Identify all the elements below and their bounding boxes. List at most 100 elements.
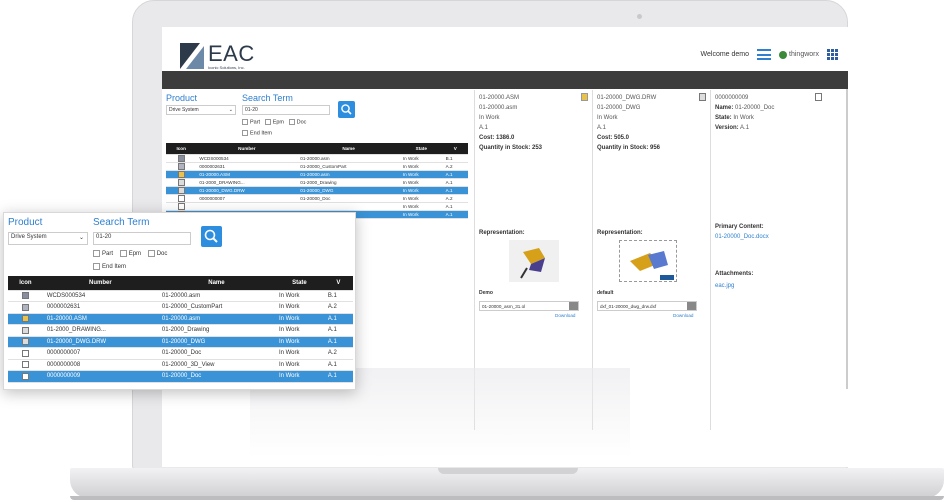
part-icon bbox=[177, 162, 185, 169]
laptop-mockup: EAC Iconic Solutions, Inc. Welcome demo … bbox=[0, 0, 950, 502]
document-icon bbox=[21, 361, 29, 369]
row-name: 01-2000_Drawing bbox=[297, 178, 400, 187]
row-icon-cell bbox=[166, 154, 197, 163]
row-version: A.1 bbox=[442, 202, 468, 211]
repr-file-dropdown[interactable]: 01-20000_asm_31.ol bbox=[479, 301, 579, 311]
dropdown-arrow-icon bbox=[569, 302, 578, 310]
epm-checkbox[interactable] bbox=[264, 119, 271, 125]
table-row[interactable]: 01-20000_DWG.DRW 01-20000_DWG In Work A.1 bbox=[166, 186, 468, 195]
col-name[interactable]: Name bbox=[157, 276, 275, 291]
row-name: 01-20000.asm bbox=[297, 170, 400, 179]
table-row[interactable]: 01-20000.ASM 01-20000.asm In Work A.1 bbox=[8, 313, 353, 325]
row-name: 01-2000_Drawing bbox=[157, 324, 275, 337]
row-name: 01-20000_3D_View bbox=[157, 359, 275, 371]
col-v[interactable]: V bbox=[323, 276, 353, 291]
header-band bbox=[162, 71, 848, 89]
laptop-notch bbox=[438, 468, 578, 474]
col-name[interactable]: Name bbox=[297, 143, 400, 155]
col-v[interactable]: V bbox=[442, 143, 468, 155]
drawing-icon bbox=[699, 93, 706, 101]
col-icon[interactable]: Icon bbox=[8, 276, 43, 291]
document-icon bbox=[177, 202, 185, 209]
row-version: A.1 bbox=[323, 359, 353, 371]
table-row[interactable]: 01-2000_DRAWING... 01-2000_Drawing In Work… bbox=[8, 324, 353, 337]
product-label: Product bbox=[166, 93, 198, 103]
download-link[interactable]: Download bbox=[673, 313, 693, 318]
row-version: A.2 bbox=[323, 347, 353, 360]
row-version: B.1 bbox=[442, 154, 468, 163]
col-number[interactable]: Number bbox=[42, 276, 158, 291]
detail-qty: Quantity in Stock: 253 bbox=[479, 145, 543, 151]
row-number: 01-20000_DWG.DRW bbox=[196, 186, 298, 195]
part-checkbox[interactable] bbox=[93, 250, 100, 257]
table-row[interactable]: 01-20000.ASM 01-20000.asm In Work A.1 bbox=[166, 170, 468, 179]
chevron-down-icon: ⌄ bbox=[228, 107, 233, 113]
welcome-text: Welcome demo bbox=[700, 51, 750, 58]
attachment-link[interactable]: eac.jpg bbox=[715, 281, 734, 291]
detail-version: A.1 bbox=[597, 125, 607, 131]
row-number: 0000002631 bbox=[196, 162, 298, 171]
row-state: In Work bbox=[399, 202, 443, 211]
table-row[interactable]: 0000000008 01-20000_3D_View In Work A.1 bbox=[8, 359, 353, 371]
product-select[interactable]: Drive System ⌄ bbox=[166, 105, 236, 115]
row-number: 0000000007 bbox=[196, 194, 298, 203]
row-state: In Work bbox=[399, 162, 443, 171]
part-icon bbox=[21, 303, 29, 311]
primary-content-link[interactable]: 01-20000_Doc.docx bbox=[715, 232, 769, 242]
detail-cost: Cost: 1386.0 bbox=[479, 135, 515, 141]
doc-checkbox[interactable] bbox=[288, 119, 295, 125]
table-row[interactable]: WCDS000534 01-20000.asm In Work B.1 bbox=[8, 290, 353, 302]
table-row[interactable]: 0000000009 01-20000_Doc In Work A.1 bbox=[8, 370, 353, 383]
row-number: 0000000007 bbox=[42, 347, 158, 360]
drawing-icon bbox=[177, 178, 185, 185]
row-icon-cell bbox=[8, 370, 43, 383]
col-icon[interactable]: Icon bbox=[166, 143, 197, 155]
search-button[interactable] bbox=[201, 226, 222, 247]
search-term-label: Search Term bbox=[242, 93, 293, 103]
table-row[interactable]: In Work A.1 bbox=[166, 202, 468, 211]
zoomed-search-panel: Product Search Term Drive System ⌄ 01-20 … bbox=[3, 212, 356, 390]
row-name: 01-20000_CustomPart bbox=[297, 162, 400, 171]
doc-checkbox[interactable] bbox=[147, 250, 155, 257]
repr-file-dropdown[interactable]: dxf_01-20000_dwg_drw.dxf bbox=[597, 301, 697, 311]
search-input[interactable]: 01-20 bbox=[93, 232, 191, 245]
col-state[interactable]: State bbox=[274, 276, 324, 291]
row-name: 01-20000_DWG bbox=[157, 336, 275, 348]
download-link[interactable]: Download bbox=[555, 313, 575, 318]
row-number: 01-20000.ASM bbox=[196, 170, 298, 179]
table-row[interactable]: 0000002631 01-20000_CustomPart In Work A.2 bbox=[8, 301, 353, 314]
results-table: Icon Number Name State V WCDS000534 01-20… bbox=[8, 276, 353, 383]
row-number: 0000000009 bbox=[42, 370, 158, 383]
search-button[interactable] bbox=[338, 101, 355, 118]
row-state: In Work bbox=[399, 210, 443, 219]
row-version: A.1 bbox=[323, 324, 353, 337]
row-version: A.1 bbox=[323, 313, 353, 325]
col-state[interactable]: State bbox=[399, 143, 443, 155]
row-icon-cell bbox=[8, 324, 43, 337]
product-select[interactable]: Drive System ⌄ bbox=[8, 232, 88, 245]
col-number[interactable]: Number bbox=[196, 143, 298, 155]
row-name bbox=[297, 202, 400, 211]
table-row[interactable]: WCDS000534 01-20000.asm In Work B.1 bbox=[166, 154, 468, 163]
part-checkbox[interactable] bbox=[242, 119, 248, 125]
table-row[interactable]: 01-2000_DRAWING... 01-2000_Drawing In Work… bbox=[166, 178, 468, 187]
table-row[interactable]: 0000002631 01-20000_CustomPart In Work A.2 bbox=[166, 162, 468, 171]
dwg-thumbnail[interactable] bbox=[619, 240, 677, 282]
hamburger-menu-icon[interactable] bbox=[757, 49, 772, 60]
row-icon-cell bbox=[166, 202, 197, 211]
epm-checkbox[interactable] bbox=[119, 250, 127, 257]
table-row[interactable]: 0000000007 01-20000_Doc In Work A.2 bbox=[8, 347, 353, 360]
row-version: B.1 bbox=[323, 290, 353, 302]
row-state: In Work bbox=[274, 290, 324, 302]
asm-thumbnail[interactable] bbox=[509, 240, 559, 282]
repr-label: Representation: bbox=[479, 230, 525, 236]
scrollbar[interactable] bbox=[846, 89, 848, 389]
apps-grid-icon[interactable] bbox=[827, 49, 838, 60]
row-state: In Work bbox=[274, 324, 324, 337]
search-input[interactable]: 01-20 bbox=[242, 105, 330, 115]
end-item-checkbox[interactable] bbox=[93, 263, 100, 270]
table-row[interactable]: 01-20000_DWG.DRW 01-20000_DWG In Work A.1 bbox=[8, 336, 353, 348]
table-row[interactable]: 0000000007 01-20000_Doc In Work A.2 bbox=[166, 194, 468, 203]
end-item-checkbox[interactable] bbox=[242, 130, 248, 136]
detail-state: In Work bbox=[479, 115, 500, 121]
